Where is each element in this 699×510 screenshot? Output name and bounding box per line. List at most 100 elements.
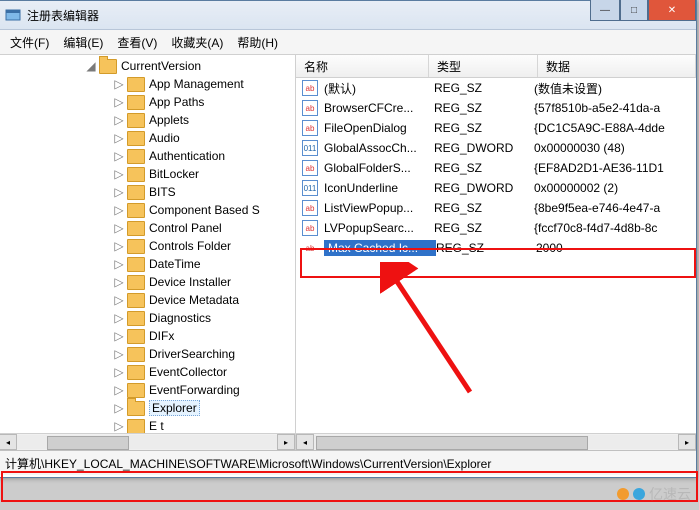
value-row[interactable]: abFileOpenDialogREG_SZ{DC1C5A9C-E88A-4dd… — [296, 118, 696, 138]
tree-pane[interactable]: ◢CurrentVersion▷App Management▷App Paths… — [0, 55, 296, 450]
list-header: 名称 类型 数据 — [296, 55, 696, 78]
value-data: {fccf70c8-f4d7-4d8b-8c — [534, 221, 696, 235]
tree-node[interactable]: ▷Audio — [0, 129, 295, 147]
scroll-thumb[interactable] — [47, 436, 129, 450]
tree-node-parent[interactable]: ◢CurrentVersion — [0, 57, 295, 75]
minimize-button[interactable]: — — [590, 0, 620, 21]
expand-icon[interactable]: ▷ — [113, 275, 125, 289]
value-row[interactable]: abListViewPopup...REG_SZ{8be9f5ea-e746-4… — [296, 198, 696, 218]
value-name: FileOpenDialog — [324, 121, 434, 135]
value-type: REG_SZ — [434, 161, 534, 175]
list-hscrollbar[interactable]: ◂ ▸ — [296, 433, 696, 450]
value-type: REG_SZ — [434, 121, 534, 135]
value-name: IconUnderline — [324, 181, 434, 195]
value-row[interactable]: 011 IconUnderlineREG_DWORD0x00000002 (2) — [296, 178, 696, 198]
folder-icon — [127, 149, 145, 164]
scroll-right-button[interactable]: ▸ — [277, 434, 295, 450]
expand-icon[interactable]: ▷ — [113, 347, 125, 361]
value-data: 0x00000002 (2) — [534, 181, 696, 195]
value-type: REG_DWORD — [434, 141, 534, 155]
expand-icon[interactable]: ▷ — [113, 149, 125, 163]
expand-icon[interactable]: ▷ — [113, 257, 125, 271]
value-type: REG_DWORD — [434, 181, 534, 195]
expand-icon[interactable]: ▷ — [113, 239, 125, 253]
binary-value-icon: 011 — [302, 180, 318, 196]
tree-node[interactable]: ▷Diagnostics — [0, 309, 295, 327]
tree-node[interactable]: ▷DIFx — [0, 327, 295, 345]
tree-hscrollbar[interactable]: ◂ ▸ — [0, 433, 295, 450]
scroll-thumb[interactable] — [316, 436, 588, 450]
expand-icon[interactable]: ▷ — [113, 401, 125, 415]
tree-node[interactable]: ▷ Applets — [0, 111, 295, 129]
tree-node[interactable]: ▷Component Based S — [0, 201, 295, 219]
status-bar: 计算机\HKEY_LOCAL_MACHINE\SOFTWARE\Microsof… — [0, 450, 696, 475]
value-row[interactable]: 011GlobalAssocCh...REG_DWORD0x00000030 (… — [296, 138, 696, 158]
close-button[interactable]: ✕ — [648, 0, 696, 21]
collapse-icon[interactable]: ◢ — [85, 59, 97, 73]
menu-help[interactable]: 帮助(H) — [230, 33, 285, 52]
expand-icon[interactable]: ▷ — [113, 77, 125, 91]
tree-node-label: Control Panel — [149, 221, 222, 235]
folder-icon — [127, 365, 145, 380]
maximize-button[interactable]: □ — [620, 0, 648, 21]
scroll-left-button[interactable]: ◂ — [296, 434, 314, 450]
folder-icon — [127, 167, 145, 182]
tree-node[interactable]: ▷App Paths — [0, 93, 295, 111]
folder-icon — [127, 293, 145, 308]
tree-node[interactable]: ▷Authentication — [0, 147, 295, 165]
tree-node[interactable]: ▷ DriverSearching — [0, 345, 295, 363]
tree-node[interactable]: ▷EventForwarding — [0, 381, 295, 399]
tree-node[interactable]: ▷BITS — [0, 183, 295, 201]
list-pane[interactable]: 名称 类型 数据 ab(默认)REG_SZ(数值未设置)abBrowserCFC… — [296, 55, 696, 450]
menu-favorites[interactable]: 收藏夹(A) — [164, 33, 230, 52]
value-row[interactable]: ab(默认)REG_SZ(数值未设置) — [296, 78, 696, 98]
expand-icon[interactable]: ▷ — [113, 113, 125, 127]
menu-view[interactable]: 查看(V) — [110, 33, 164, 52]
titlebar[interactable]: 注册表编辑器 — □ ✕ — [0, 1, 696, 30]
value-data: {8be9f5ea-e746-4e47-a — [534, 201, 696, 215]
tree-node[interactable]: ▷EventCollector — [0, 363, 295, 381]
scroll-track[interactable] — [314, 435, 678, 449]
expand-icon[interactable]: ▷ — [113, 95, 125, 109]
tree-node[interactable]: ▷DateTime — [0, 255, 295, 273]
tree-node-label: Device Installer — [149, 275, 231, 289]
expand-icon[interactable]: ▷ — [113, 365, 125, 379]
value-row[interactable]: abGlobalFolderS...REG_SZ{EF8AD2D1-AE36-1… — [296, 158, 696, 178]
expand-icon[interactable]: ▷ — [113, 311, 125, 325]
tree-node[interactable]: ▷BitLocker — [0, 165, 295, 183]
expand-icon[interactable]: ▷ — [113, 203, 125, 217]
expand-icon[interactable]: ▷ — [113, 293, 125, 307]
value-type: REG_SZ — [434, 201, 534, 215]
value-row[interactable]: abBrowserCFCre...REG_SZ{57f8510b-a5e2-41… — [296, 98, 696, 118]
value-row[interactable]: abLVPopupSearc...REG_SZ{fccf70c8-f4d7-4d… — [296, 218, 696, 238]
expand-icon[interactable]: ▷ — [113, 383, 125, 397]
value-name: BrowserCFCre... — [324, 101, 434, 115]
scroll-right-button[interactable]: ▸ — [678, 434, 696, 450]
expand-icon[interactable]: ▷ — [113, 167, 125, 181]
expand-icon[interactable]: ▷ — [113, 419, 125, 433]
tree-node[interactable]: ▷Device Metadata — [0, 291, 295, 309]
col-header-data[interactable]: 数据 — [538, 55, 696, 77]
tree-node[interactable]: ▷Explorer — [0, 399, 295, 417]
value-name: GlobalFolderS... — [324, 161, 434, 175]
value-row[interactable]: abMax Cached Ic...REG_SZ2000 — [296, 238, 696, 258]
tree-node-label: Applets — [149, 113, 189, 127]
col-header-type[interactable]: 类型 — [429, 55, 538, 77]
menu-file[interactable]: 文件(F) — [3, 33, 56, 52]
scroll-left-button[interactable]: ◂ — [0, 434, 17, 450]
expand-icon[interactable]: ▷ — [113, 185, 125, 199]
scroll-track[interactable] — [17, 435, 277, 449]
tree-node[interactable]: ▷ Control Panel — [0, 219, 295, 237]
expand-icon[interactable]: ▷ — [113, 131, 125, 145]
tree-node[interactable]: ▷Controls Folder — [0, 237, 295, 255]
col-header-name[interactable]: 名称 — [296, 55, 429, 77]
expand-icon[interactable]: ▷ — [113, 221, 125, 235]
folder-icon — [127, 419, 145, 434]
menu-edit[interactable]: 编辑(E) — [56, 33, 110, 52]
content-area: ◢CurrentVersion▷App Management▷App Paths… — [0, 55, 696, 450]
expand-icon[interactable]: ▷ — [113, 329, 125, 343]
tree-node[interactable]: ▷ Device Installer — [0, 273, 295, 291]
value-data: {EF8AD2D1-AE36-11D1 — [534, 161, 696, 175]
tree-node[interactable]: ▷App Management — [0, 75, 295, 93]
tree-node-label: DriverSearching — [149, 347, 235, 361]
